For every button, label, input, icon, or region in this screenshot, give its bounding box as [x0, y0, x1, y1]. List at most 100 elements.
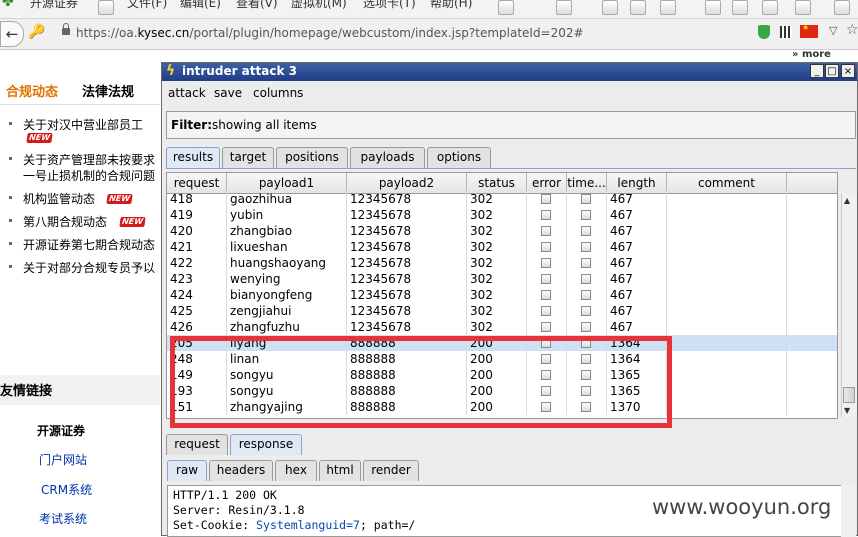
star-icon[interactable]: ☆ [846, 22, 858, 38]
error-checkbox [541, 258, 551, 268]
table-row[interactable]: 425 zengjiahui 12345678 302 467 [167, 303, 837, 319]
cell-comment [667, 319, 787, 335]
error-checkbox [541, 274, 551, 284]
table-row[interactable]: 423 wenying 12345678 302 467 [167, 271, 837, 287]
tab-request[interactable]: request [166, 434, 228, 455]
results-table[interactable]: request payload1 payload2 status error t… [166, 172, 838, 419]
scroll-down-icon[interactable]: ▼ [844, 406, 850, 415]
tab-raw[interactable]: raw [167, 460, 207, 481]
table-row[interactable]: 426 zhangfuzhu 12345678 302 467 [167, 319, 837, 335]
table-scrollbar[interactable]: ▲ ▼ [841, 194, 857, 417]
more-link[interactable]: » more [792, 49, 831, 60]
table-row[interactable]: 418 gaozhihua 12345678 302 467 [167, 191, 837, 207]
toolbar-restore-icon[interactable] [732, 0, 748, 15]
table-row[interactable]: 205 liyang 888888 200 1364 [167, 335, 837, 351]
url-field[interactable]: https://oa.kysec.cn/portal/plugin/homepa… [76, 26, 584, 40]
cell-comment [667, 207, 787, 223]
col-request[interactable]: request [167, 173, 227, 193]
friend-link-crm[interactable]: CRM系统 [41, 481, 92, 498]
menu-view[interactable]: 查看(V) [236, 0, 278, 11]
window-title-bar[interactable]: ϟ intruder attack 3 _ □ × [162, 63, 857, 81]
friend-link-kysec[interactable]: 开源证券 [37, 422, 85, 439]
menu-save[interactable]: save [214, 86, 242, 100]
menu-columns[interactable]: columns [253, 86, 303, 100]
tab-payloads[interactable]: payloads [350, 147, 425, 168]
cell-length: 467 [607, 319, 667, 335]
tab-options[interactable]: options [427, 147, 491, 168]
cell-status: 200 [467, 399, 527, 415]
table-row[interactable]: 193 songyu 888888 200 1365 [167, 383, 837, 399]
col-length[interactable]: length [607, 173, 667, 193]
chevron-down-icon[interactable]: ▽ [829, 24, 837, 37]
cell-comment [667, 367, 787, 383]
tab-target[interactable]: target [222, 147, 274, 168]
table-row[interactable]: 151 zhangyajing 888888 200 1370 [167, 399, 837, 415]
toolbar-stop-icon[interactable] [660, 0, 676, 15]
scroll-thumb[interactable] [843, 387, 855, 403]
toolbar-fullscreen-icon[interactable] [834, 0, 850, 15]
menu-vm[interactable]: 虚拟机(M) [291, 0, 347, 11]
qr-code-icon[interactable] [780, 26, 792, 38]
table-row[interactable]: 422 huangshaoyang 12345678 302 467 [167, 255, 837, 271]
tab-html[interactable]: html [319, 460, 361, 481]
cell-status: 302 [467, 239, 527, 255]
minimize-button[interactable]: _ [810, 64, 824, 78]
friend-link-portal[interactable]: 门户网站 [39, 451, 87, 468]
back-button[interactable]: ← [0, 21, 24, 47]
cell-length: 1365 [607, 383, 667, 399]
key-icon[interactable]: 🔑 [28, 24, 45, 40]
friend-link-exam[interactable]: 考试系统 [39, 510, 87, 527]
table-row[interactable]: 419 yubin 12345678 302 467 [167, 207, 837, 223]
cell-length: 1364 [607, 351, 667, 367]
tab-menu-icon[interactable] [98, 0, 114, 15]
filter-bar[interactable]: Filter: showing all items [166, 111, 856, 139]
col-timeout[interactable]: time... [567, 173, 607, 193]
cell-payload2: 12345678 [347, 271, 467, 287]
col-payload2[interactable]: payload2 [347, 173, 467, 193]
menu-help[interactable]: 帮助(H) [430, 0, 472, 11]
tab-hex[interactable]: hex [275, 460, 317, 481]
toolbar-check-icon[interactable] [602, 0, 618, 15]
shield-icon[interactable] [758, 25, 770, 39]
close-button[interactable]: × [841, 64, 855, 78]
cell-payload1: huangshaoyang [227, 255, 347, 271]
toolbar-monitor-icon[interactable] [762, 0, 778, 15]
menu-edit[interactable]: 编辑(E) [180, 0, 221, 11]
tab-response[interactable]: response [230, 434, 302, 455]
toolbar-minimize-icon[interactable] [705, 0, 721, 15]
menu-tabs[interactable]: 选项卡(T) [363, 0, 416, 11]
table-row[interactable]: 421 lixueshan 12345678 302 467 [167, 239, 837, 255]
tab-positions[interactable]: positions [276, 147, 348, 168]
toolbar-lock-icon[interactable] [795, 0, 811, 15]
cell-error [527, 335, 567, 351]
browser-tab-title[interactable]: 开源证券 [30, 0, 78, 11]
tab-render[interactable]: render [363, 460, 419, 481]
toolbar-refresh-icon[interactable] [630, 0, 646, 15]
col-error[interactable]: error [527, 173, 567, 193]
menu-file[interactable]: 文件(F) [127, 0, 167, 11]
menu-attack[interactable]: attack [168, 86, 206, 100]
scroll-up-icon[interactable]: ▲ [844, 196, 850, 205]
table-row[interactable]: 248 linan 888888 200 1364 [167, 351, 837, 367]
error-checkbox [541, 322, 551, 332]
intruder-menu-bar: attack save columns [162, 82, 857, 104]
tab-headers[interactable]: headers [209, 460, 273, 481]
tab-compliance-news[interactable]: 合规动态 [6, 81, 58, 100]
cell-timeout [567, 287, 607, 303]
cell-request: 420 [167, 223, 227, 239]
tab-results[interactable]: results [166, 147, 220, 168]
table-row[interactable]: 424 bianyongfeng 12345678 302 467 [167, 287, 837, 303]
response-scrollbar[interactable] [841, 485, 856, 537]
col-status[interactable]: status [467, 173, 527, 193]
bullet-icon [9, 219, 12, 222]
maximize-button[interactable]: □ [825, 64, 839, 78]
cell-timeout [567, 223, 607, 239]
col-comment[interactable]: comment [667, 173, 787, 193]
table-row[interactable]: 420 zhangbiao 12345678 302 467 [167, 223, 837, 239]
col-payload1[interactable]: payload1 [227, 173, 347, 193]
toolbar-window-icon[interactable] [556, 0, 572, 15]
table-row[interactable]: 149 songyu 888888 200 1365 [167, 367, 837, 383]
china-flag-icon[interactable] [800, 23, 818, 38]
toolbar-pause-icon[interactable] [498, 0, 514, 15]
tab-laws[interactable]: 法律法规 [82, 81, 134, 100]
